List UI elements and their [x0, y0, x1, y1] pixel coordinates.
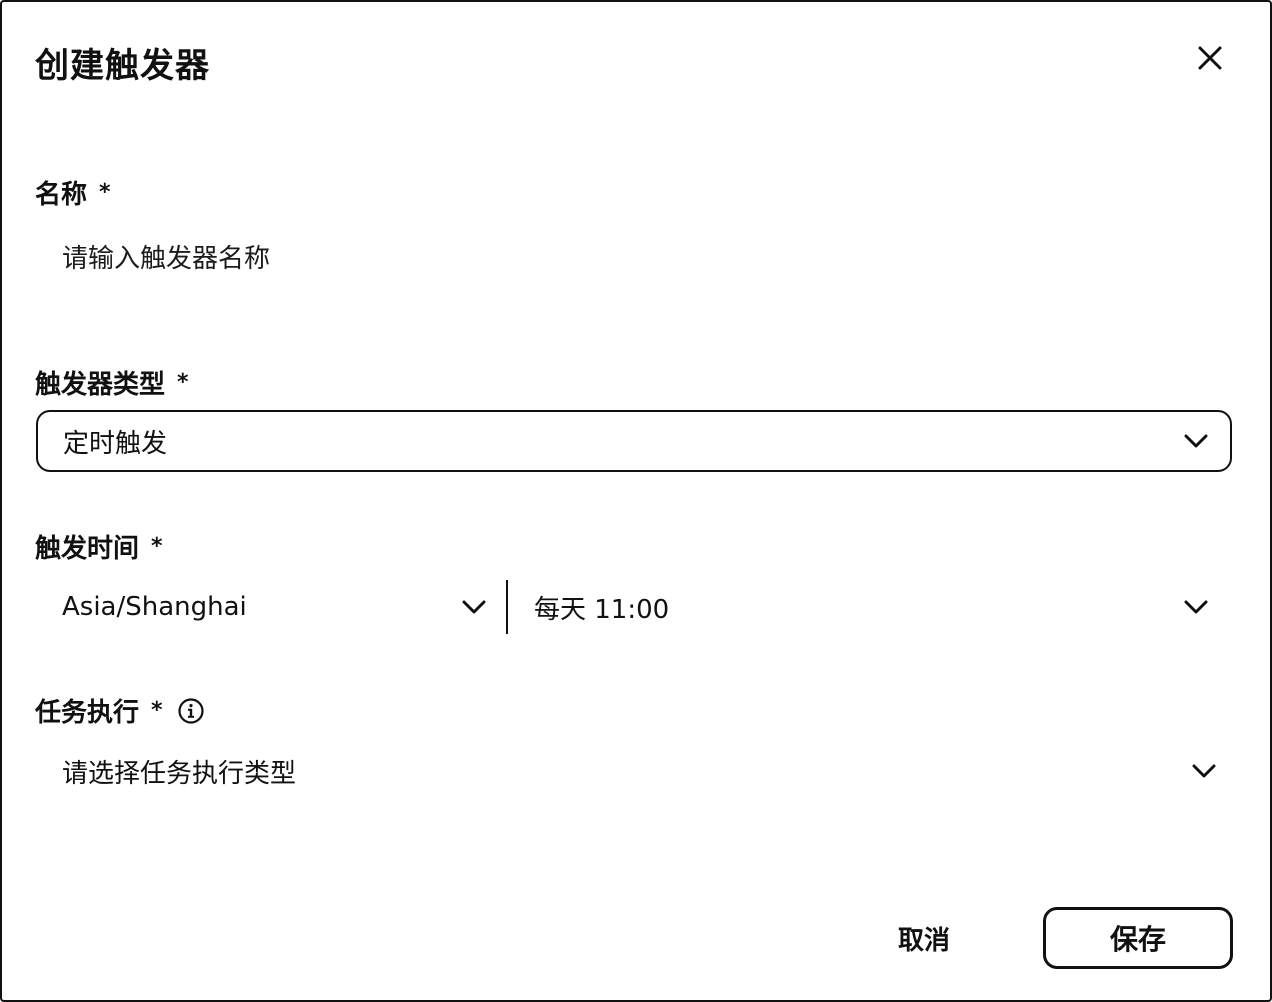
chevron-down-icon — [1184, 434, 1208, 448]
required-mark: * — [99, 180, 111, 205]
task-execution-select[interactable]: 请选择任务执行类型 — [36, 742, 1232, 800]
trigger-time-label-text: 触发时间 — [35, 534, 140, 564]
trigger-type-select[interactable]: 定时触发 — [36, 410, 1232, 472]
close-button[interactable] — [1192, 42, 1228, 78]
trigger-type-label: 触发器类型 * — [35, 364, 189, 401]
task-execution-label-text: 任务执行 — [35, 698, 140, 728]
name-label: 名称 * — [35, 174, 111, 211]
required-mark: * — [177, 370, 189, 395]
task-execution-placeholder: 请选择任务执行类型 — [62, 758, 297, 789]
chevron-down-icon — [1184, 600, 1208, 614]
name-input-placeholder: 请输入触发器名称 — [62, 244, 271, 274]
name-input[interactable]: 请输入触发器名称 — [62, 238, 270, 275]
required-mark: * — [151, 534, 163, 559]
task-execution-label: 任务执行 * — [35, 692, 205, 729]
info-icon[interactable] — [177, 697, 205, 725]
cancel-button[interactable]: 取消 — [882, 908, 966, 968]
required-mark: * — [151, 698, 163, 723]
trigger-type-label-text: 触发器类型 — [35, 370, 166, 400]
chevron-down-icon — [462, 600, 486, 614]
name-label-text: 名称 — [35, 180, 88, 210]
create-trigger-dialog: 创建触发器 名称 * 请输入触发器名称 触发器类型 * 定时触发 触发时间 * — [0, 0, 1272, 1002]
trigger-type-value: 定时触发 — [63, 428, 168, 459]
save-button[interactable]: 保存 — [1043, 907, 1233, 969]
timezone-value: Asia/Shanghai — [62, 592, 247, 622]
trigger-time-row: Asia/Shanghai 每天 11:00 — [36, 578, 1232, 636]
timezone-select[interactable]: Asia/Shanghai — [36, 578, 506, 636]
schedule-value: 每天 11:00 — [534, 594, 670, 625]
schedule-select[interactable]: 每天 11:00 — [508, 578, 1232, 636]
trigger-time-label: 触发时间 * — [35, 528, 163, 565]
chevron-down-icon — [1192, 764, 1216, 778]
dialog-title: 创建触发器 — [35, 46, 210, 86]
close-icon — [1197, 45, 1223, 75]
